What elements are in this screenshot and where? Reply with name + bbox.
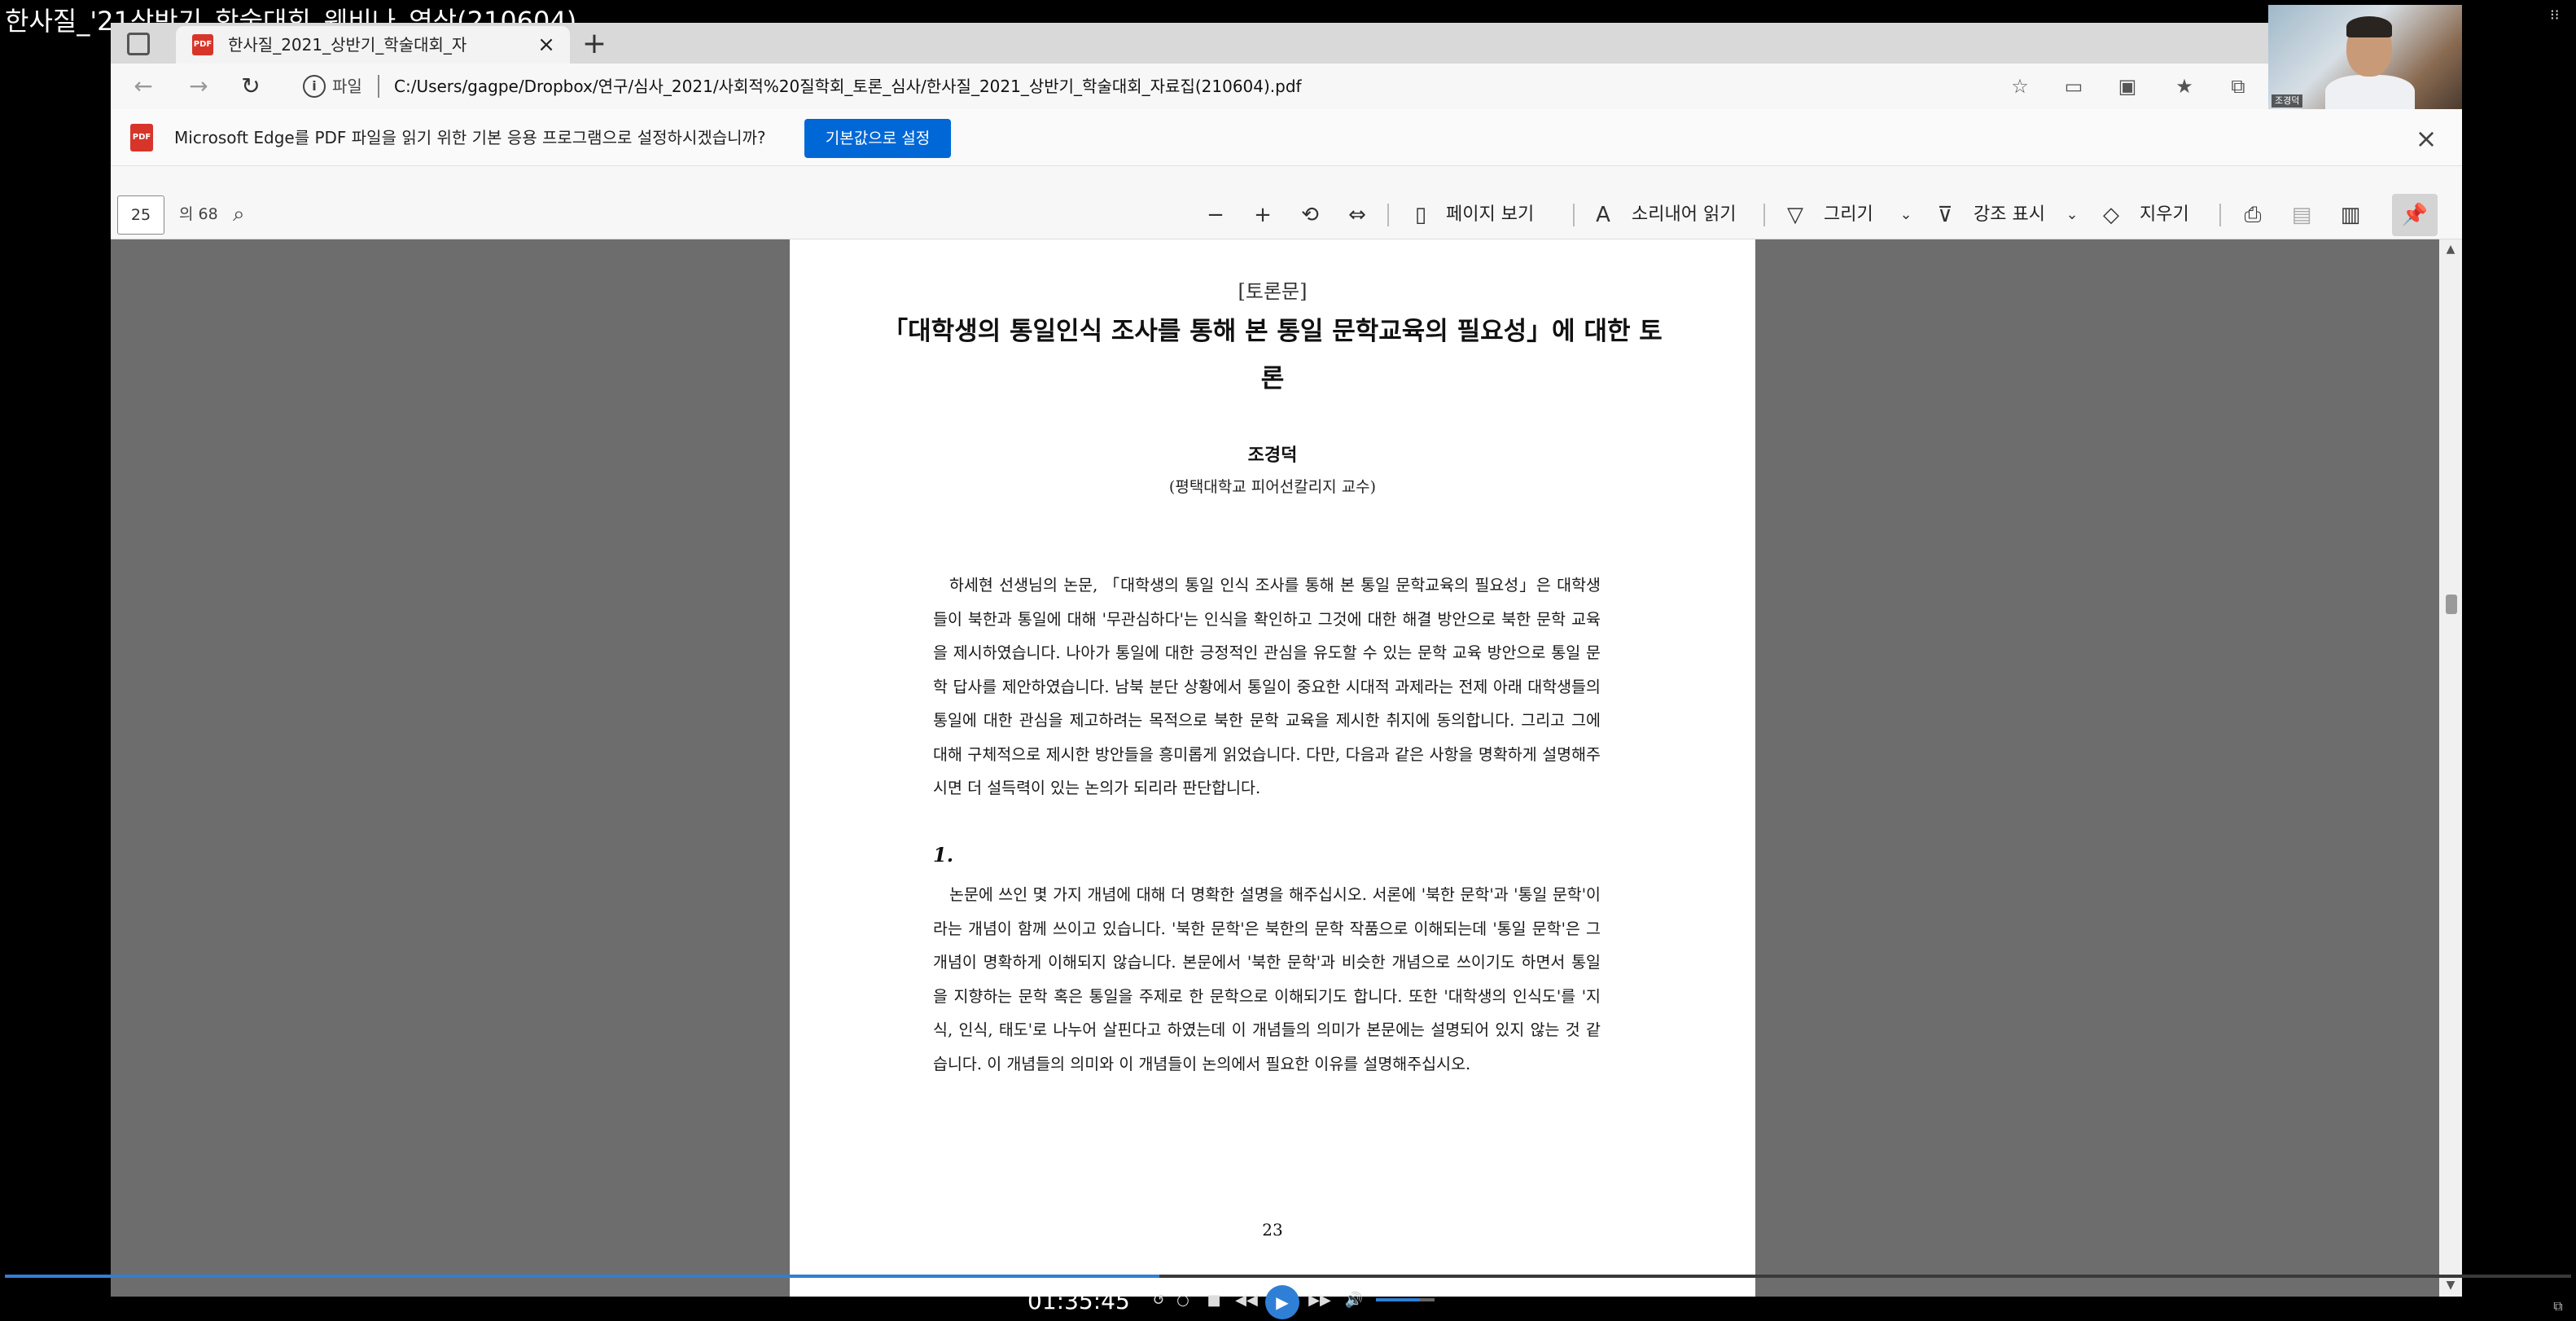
scrollbar-thumb[interactable] (2446, 595, 2457, 614)
document-affiliation: (평택대학교 피어선칼리지 교수) (1168, 478, 1377, 496)
screen: 한사질_'21상반기_학술대회_웨비나_영상(210604) ⁝⁝ PDF 한사… (0, 0, 2576, 1321)
fast-forward-icon[interactable]: ▶▶ (1308, 1288, 1332, 1313)
tab-title: 한사질_2021_상반기_학술대회_자 (228, 35, 467, 55)
save-as-icon[interactable]: ▥ (2337, 199, 2364, 231)
scroll-up-icon[interactable]: ▲ (2442, 241, 2459, 257)
page-total: 의 68 (179, 205, 218, 223)
url-field[interactable]: C:/Users/gagpe/Dropbox/연구/심사_2021/사회적%20… (394, 72, 1302, 101)
speaker-shirt (2325, 75, 2415, 109)
play-icon[interactable]: ▶ (1265, 1285, 1299, 1319)
toolbar-separator (1573, 204, 1575, 226)
pdf-page: [토론문] 「대학생의 통일인식 조사를 통해 본 통일 문학교육의 필요성」에… (790, 239, 1755, 1297)
vertical-scrollbar[interactable]: ▲ ▼ (2439, 239, 2462, 1297)
pdf-favicon-icon: PDF (192, 34, 213, 55)
video-time: 01:35:45 (1027, 1288, 1130, 1314)
scroll-down-icon[interactable]: ▼ (2442, 1277, 2459, 1293)
draw-button[interactable]: 그리기 (1824, 199, 1873, 231)
webcam-video: 조경덕 (2268, 5, 2462, 109)
save-icon[interactable]: ▤ (2288, 199, 2315, 231)
stop-icon[interactable]: ■ (1202, 1288, 1226, 1313)
print-icon[interactable]: ⎙ (2239, 199, 2267, 231)
video-progress-fill (5, 1275, 1160, 1278)
info-icon[interactable]: i (303, 75, 326, 98)
highlight-button[interactable]: 강조 표시 (1974, 199, 2045, 231)
toolbar-separator (1387, 204, 1389, 226)
fullscreen-icon[interactable]: ⧉ (2550, 1298, 2566, 1314)
speaker-name: 조경덕 (2272, 94, 2303, 108)
document-label: [토론문] (1238, 280, 1308, 303)
close-tab-icon[interactable]: × (534, 33, 559, 57)
chevron-down-icon[interactable]: ⌄ (1892, 199, 1920, 231)
refresh-icon[interactable]: ↻ (238, 73, 264, 99)
toolbar-separator (2219, 204, 2221, 226)
volume-icon[interactable]: 🔊 (1342, 1288, 1366, 1313)
document-title: 「대학생의 통일인식 조사를 통해 본 통일 문학교육의 필요성」에 대한 토론 (883, 317, 1663, 393)
forward-arrow-icon[interactable]: → (186, 73, 212, 99)
grip-icon: ⁝⁝ (2550, 7, 2560, 24)
pin-icon[interactable]: 📌 (2392, 194, 2438, 236)
document-author: 조경덕 (1247, 445, 1298, 466)
speaker-hair (2346, 16, 2392, 37)
zoom-in-icon[interactable]: + (1249, 199, 1277, 231)
address-bar: ← → ↻ i 파일 C:/Users/gagpe/Dropbox/연구/심사_… (111, 64, 2462, 109)
chevron-down-icon[interactable]: ⌄ (2058, 199, 2086, 231)
extension-icon[interactable]: ▣ (2114, 73, 2141, 99)
collections-icon[interactable]: ⧉ (2224, 73, 2252, 99)
page-view-button[interactable]: 페이지 보기 (1446, 199, 1534, 231)
toolbar-separator (1763, 204, 1765, 226)
volume-fill (1376, 1298, 1420, 1301)
draw-icon[interactable]: ▽ (1781, 199, 1809, 231)
zoom-out-icon[interactable]: − (1202, 199, 1229, 231)
rotate-icon[interactable]: ⟲ (1296, 199, 1324, 231)
close-notification-icon[interactable]: × (2412, 124, 2441, 153)
pdf-toolbar: 25 의 68 ⌕ − + ⟲ ⇔ ▯ 페이지 보기 A 소리내어 읽기 ▽ 그… (111, 166, 2462, 239)
erase-button[interactable]: 지우기 (2140, 199, 2189, 231)
notification-message: Microsoft Edge를 PDF 파일을 읽기 위한 기본 응용 프로그램… (174, 128, 766, 147)
set-default-button[interactable]: 기본값으로 설정 (804, 119, 951, 158)
add-favorite-icon[interactable]: ☆ (2006, 73, 2034, 99)
pdf-viewport[interactable]: [토론문] 「대학생의 통일인식 조사를 통해 본 통일 문학교육의 필요성」에… (111, 239, 2439, 1297)
read-aloud-icon[interactable]: A (1589, 199, 1617, 231)
eraser-icon[interactable]: ◇ (2097, 199, 2125, 231)
video-progress-bar[interactable] (5, 1275, 2571, 1278)
search-icon[interactable]: ⌕ (233, 200, 259, 228)
page-number-input[interactable]: 25 (117, 195, 164, 235)
immersive-reader-icon[interactable]: ▭ (2060, 73, 2088, 99)
highlight-icon[interactable]: ⊽ (1931, 199, 1959, 231)
paragraph-1: 하세현 선생님의 논문, 「대학생의 통일 인식 조사를 통해 본 통일 문학교… (933, 576, 1601, 797)
favorites-icon[interactable]: ★ (2171, 73, 2198, 99)
section-heading: 1. (933, 843, 954, 867)
rewind-icon[interactable]: ◀◀ (1234, 1288, 1259, 1313)
pdf-file-icon: PDF (130, 124, 153, 151)
paragraph-2: 논문에 쓰인 몇 가지 개념에 대해 더 명확한 설명을 해주십시오. 서론에 … (933, 885, 1601, 1073)
browser-window: PDF 한사질_2021_상반기_학술대회_자 × + ← → ↻ i 파일 C… (111, 23, 2462, 1297)
default-app-notification: PDF Microsoft Edge를 PDF 파일을 읽기 위한 기본 응용 … (111, 109, 2462, 166)
loop-icon[interactable]: ○ (1171, 1288, 1195, 1313)
tab-actions-icon[interactable] (127, 33, 150, 55)
url-separator (378, 75, 379, 98)
active-tab[interactable]: PDF 한사질_2021_상반기_학술대회_자 × (176, 26, 570, 64)
fit-page-icon[interactable]: ⇔ (1343, 199, 1371, 231)
read-aloud-button[interactable]: 소리내어 읽기 (1632, 199, 1736, 231)
page-number: 23 (1262, 1220, 1283, 1240)
back-arrow-icon[interactable]: ← (130, 73, 156, 99)
new-tab-icon[interactable]: + (580, 29, 609, 59)
volume-slider[interactable] (1376, 1298, 1435, 1301)
url-scheme-label: 파일 (332, 77, 362, 96)
tab-bar: PDF 한사질_2021_상반기_학술대회_자 × + (111, 23, 2462, 64)
speed-icon[interactable]: ↺ (1146, 1288, 1171, 1313)
page-view-icon[interactable]: ▯ (1407, 199, 1435, 231)
